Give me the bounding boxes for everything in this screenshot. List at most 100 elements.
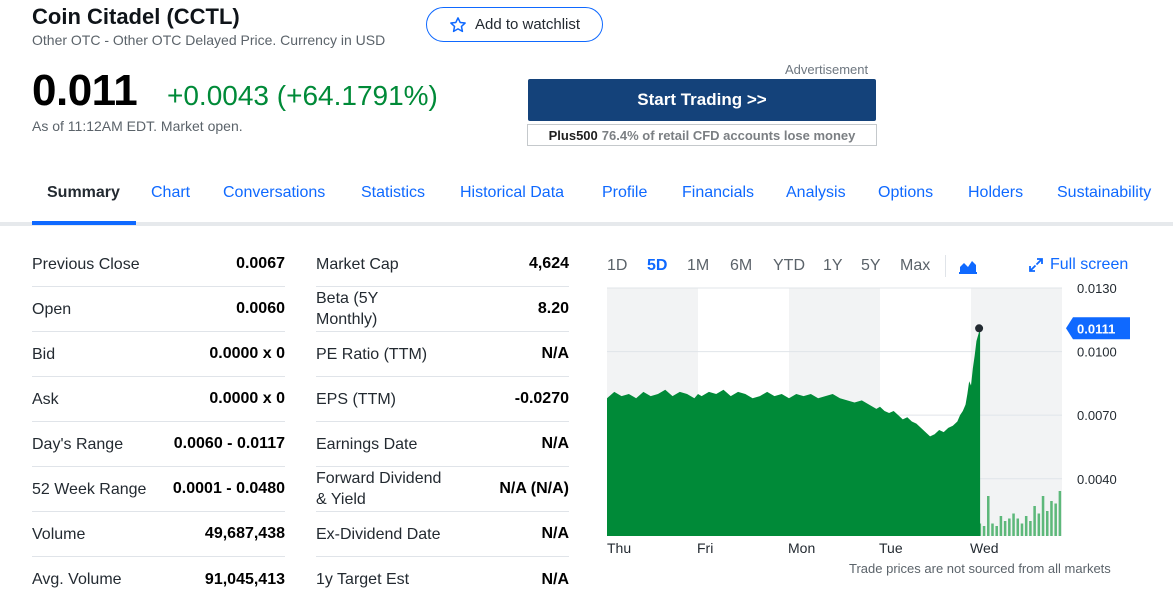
stat-row: 52 Week Range 0.0001 - 0.0480 — [32, 467, 285, 512]
volume-bar — [1020, 523, 1024, 536]
stat-label: Avg. Volume — [32, 571, 122, 588]
price-change: +0.0043 (+64.1791%) — [167, 80, 438, 111]
quote-nav-tabs: Summary Chart Conversations Statistics H… — [0, 170, 1173, 226]
stat-value: 91,045,413 — [204, 570, 285, 588]
stat-label: Ex-Dividend Date — [316, 525, 441, 543]
tab-sustainability[interactable]: Sustainability — [1057, 184, 1151, 202]
stat-value: N/A (N/A) — [499, 480, 569, 497]
stat-value: N/A — [541, 435, 569, 452]
exchange-subtitle: Other OTC - Other OTC Delayed Price. Cur… — [32, 32, 386, 48]
start-trading-button[interactable]: Start Trading >> — [528, 79, 876, 121]
volume-bar — [1012, 513, 1015, 536]
stat-row: Bid 0.0000 x 0 — [32, 332, 285, 377]
star-icon — [450, 16, 466, 32]
fullscreen-button[interactable]: Full screen — [1028, 256, 1128, 274]
x-tick-label: Fri — [697, 540, 713, 556]
stat-row: 1y Target Est N/A — [316, 557, 569, 602]
tab-options[interactable]: Options — [878, 184, 933, 202]
ad-disclaimer[interactable]: Plus500 76.4% of retail CFD accounts los… — [527, 124, 877, 146]
range-1y[interactable]: 1Y — [823, 257, 843, 275]
stat-label: Ask — [32, 390, 59, 408]
stat-label: 1y Target Est — [316, 571, 410, 588]
stat-label: PE Ratio (TTM) — [316, 345, 428, 363]
watchlist-label: Add to watchlist — [474, 16, 581, 33]
stat-value: 0.0000 x 0 — [209, 390, 285, 407]
range-1d[interactable]: 1D — [607, 257, 627, 275]
y-tick-label: 0.0070 — [1077, 408, 1117, 423]
stat-value: -0.0270 — [514, 390, 569, 407]
stat-row: PE Ratio (TTM) N/A — [316, 332, 569, 377]
advertisement-label: Advertisement — [785, 62, 869, 77]
current-price: 0.011 — [32, 66, 138, 115]
tab-conversations[interactable]: Conversations — [223, 184, 325, 202]
stat-value: 0.0001 - 0.0480 — [172, 480, 285, 497]
stat-label: Volume — [32, 525, 86, 543]
chart-disclaimer: Trade prices are not sourced from all ma… — [849, 561, 1111, 576]
stat-row: Volume 49,687,438 — [32, 512, 285, 557]
range-1m[interactable]: 1M — [687, 257, 709, 275]
stat-label: Day's Range — [32, 435, 124, 453]
stat-row: Ex-Dividend Date N/A — [316, 512, 569, 557]
stat-row: Ask 0.0000 x 0 — [32, 377, 285, 422]
stat-label: Bid — [32, 345, 56, 363]
stat-label: EPS (TTM) — [316, 390, 396, 408]
stat-row: Avg. Volume 91,045,413 — [32, 557, 285, 602]
tab-chart[interactable]: Chart — [151, 184, 190, 202]
y-tick-label: 0.0130 — [1077, 281, 1117, 296]
y-tick-label: 0.0100 — [1077, 345, 1117, 360]
volume-bar — [982, 526, 986, 536]
tab-financials[interactable]: Financials — [682, 184, 754, 202]
active-tab-indicator — [32, 221, 136, 225]
volume-bar — [1050, 501, 1053, 536]
current-price-badge: 0.0111 — [1066, 317, 1130, 340]
tab-holders[interactable]: Holders — [968, 184, 1023, 202]
page-title: Coin Citadel (CCTL) — [32, 4, 240, 29]
volume-bar — [1041, 496, 1045, 536]
stat-label: Forward Dividend & Yield — [316, 470, 442, 508]
tab-historical-data[interactable]: Historical Data — [460, 184, 564, 202]
volume-bar — [1037, 513, 1041, 536]
stat-value: 0.0000 x 0 — [209, 345, 285, 362]
range-6m[interactable]: 6M — [730, 257, 752, 275]
stat-value: 0.0060 — [236, 300, 285, 317]
ad-brand: Plus500 — [548, 127, 598, 143]
stat-row: EPS (TTM) -0.0270 — [316, 377, 569, 422]
stat-value: 0.0060 - 0.0117 — [173, 435, 285, 452]
volume-bar — [1008, 518, 1011, 536]
stat-row: Beta (5Y Monthly) 8.20 — [316, 287, 569, 332]
volume-bar — [1016, 518, 1020, 536]
range-ytd[interactable]: YTD — [773, 257, 805, 275]
mountain-chart-icon[interactable] — [959, 258, 977, 274]
stat-value: N/A — [541, 570, 569, 588]
stat-label: Previous Close — [32, 255, 140, 273]
stat-row: Open 0.0060 — [32, 287, 285, 332]
range-5y[interactable]: 5Y — [861, 257, 881, 275]
add-to-watchlist-button[interactable]: Add to watchlist — [426, 7, 603, 42]
volume-bar — [995, 526, 998, 536]
current-price-label: 0.0111 — [1077, 321, 1115, 336]
stat-label: 52 Week Range — [32, 480, 147, 498]
price-chart[interactable]: 0.0130 0.0100 0.0070 0.0040 Thu Fri Mon Tue Wed… — [600, 280, 1173, 560]
current-price-dot — [975, 324, 984, 333]
volume-bar — [1054, 503, 1057, 536]
volume-bar — [1003, 521, 1007, 536]
stat-row: Earnings Date N/A — [316, 422, 569, 467]
volume-bar — [999, 516, 1003, 536]
range-5d[interactable]: 5D — [647, 257, 667, 275]
tab-statistics[interactable]: Statistics — [361, 184, 425, 202]
stat-row: Previous Close 0.0067 — [32, 242, 285, 287]
stat-label: Open — [32, 300, 72, 318]
volume-bar — [1045, 511, 1049, 536]
y-tick-label: 0.0040 — [1077, 472, 1117, 487]
y-axis-labels: 0.0130 0.0100 0.0070 0.0040 — [1077, 281, 1117, 487]
tab-analysis[interactable]: Analysis — [786, 184, 846, 202]
tab-profile[interactable]: Profile — [602, 184, 647, 202]
x-axis-labels: Thu Fri Mon Tue Wed — [607, 540, 999, 556]
stat-value: 4,624 — [528, 255, 569, 272]
volume-bar — [1024, 516, 1028, 536]
x-tick-label: Thu — [607, 540, 631, 556]
volume-bar — [1033, 506, 1036, 536]
tab-divider — [0, 222, 1173, 226]
range-max[interactable]: Max — [900, 257, 930, 275]
tab-summary[interactable]: Summary — [47, 184, 120, 202]
